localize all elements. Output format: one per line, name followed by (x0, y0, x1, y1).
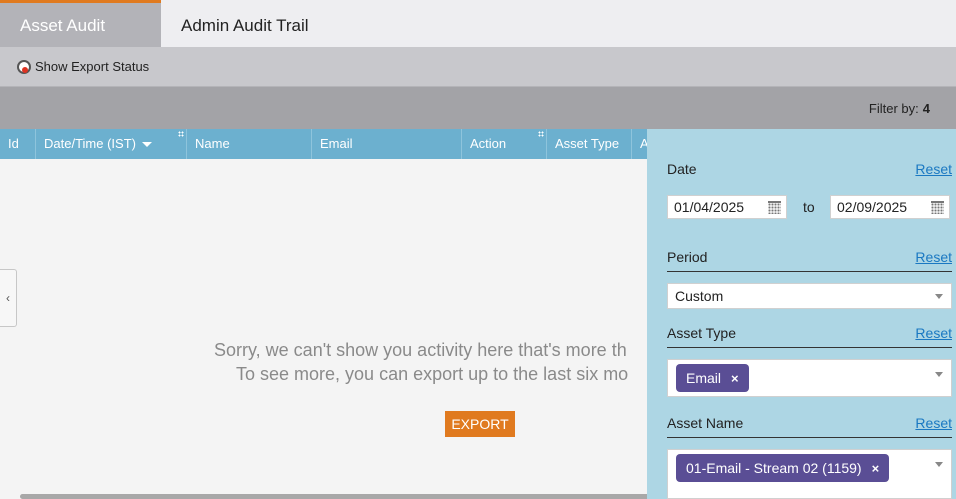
column-header-id[interactable]: Id (0, 129, 36, 159)
date-to-input[interactable]: 02/09/2025 (830, 195, 950, 219)
asset-type-reset-link[interactable]: Reset (915, 325, 952, 341)
calendar-icon[interactable] (931, 201, 944, 214)
show-export-status-label: Show Export Status (35, 59, 150, 74)
asset-name-chip-label: 01-Email - Stream 02 (1159) (686, 460, 862, 476)
close-icon[interactable]: × (731, 371, 739, 386)
calendar-icon[interactable] (768, 201, 781, 214)
column-label: Date/Time (IST) (44, 136, 136, 151)
period-select-value: Custom (675, 288, 724, 304)
close-icon[interactable]: × (872, 461, 880, 476)
toolbar: Show Export Status (0, 47, 956, 87)
horizontal-scrollbar[interactable] (20, 494, 650, 499)
tab-bar: Asset Audit Trail Admin Audit Trail (0, 0, 956, 81)
column-label: Id (8, 136, 19, 151)
column-label: Action (470, 136, 507, 151)
chevron-down-icon (935, 372, 943, 377)
column-header-datetime[interactable]: Date/Time (IST) (36, 129, 187, 159)
grid-header: Id Date/Time (IST) Name Email Action Ass… (0, 129, 650, 159)
chevron-down-icon (935, 294, 943, 299)
asset-name-divider (667, 437, 952, 438)
date-from-value: 01/04/2025 (674, 199, 745, 215)
column-resize-grip-icon[interactable] (538, 131, 544, 137)
asset-name-reset-link[interactable]: Reset (915, 415, 952, 431)
show-export-status-button[interactable]: Show Export Status (17, 59, 149, 74)
asset-type-chip: Email × (676, 364, 749, 392)
tab-admin-audit-trail[interactable]: Admin Audit Trail (161, 0, 329, 47)
period-reset-link[interactable]: Reset (915, 249, 952, 265)
empty-state-line-2: To see more, you can export up to the la… (236, 364, 629, 384)
asset-name-multiselect[interactable]: 01-Email - Stream 02 (1159) × (667, 449, 952, 499)
tab-asset-audit-trail[interactable]: Asset Audit Trail (0, 0, 161, 81)
sort-desc-icon (141, 142, 152, 148)
column-header-asset-type[interactable]: Asset Type (547, 129, 632, 159)
grid-body (0, 159, 650, 499)
export-status-icon (17, 59, 31, 74)
date-to-label: to (803, 199, 815, 215)
date-from-input[interactable]: 01/04/2025 (667, 195, 787, 219)
filter-bar: Filter by: 4 (0, 87, 956, 129)
column-label: Name (195, 136, 230, 151)
column-label: Asset Type (555, 136, 620, 151)
chevron-down-icon (935, 462, 943, 467)
period-filter-label: Period (667, 249, 708, 265)
period-select[interactable]: Custom (667, 283, 952, 309)
column-header-email[interactable]: Email (312, 129, 462, 159)
date-filter-label: Date (667, 161, 697, 177)
asset-type-filter-label: Asset Type (667, 325, 737, 341)
export-button[interactable]: EXPORT (445, 411, 515, 437)
empty-state-line-1: Sorry, we can't show you activity here t… (214, 340, 627, 360)
filter-by-label: Filter by: (868, 101, 919, 116)
asset-type-divider (667, 347, 952, 348)
filter-count: 4 (922, 101, 930, 116)
date-to-value: 02/09/2025 (837, 199, 908, 215)
filter-by-toggle[interactable]: Filter by: 4 (869, 101, 930, 116)
column-resize-grip-icon[interactable] (178, 131, 184, 137)
asset-type-chip-label: Email (686, 370, 722, 386)
asset-type-multiselect[interactable]: Email × (667, 359, 952, 397)
collapse-panel-button[interactable]: ‹ (0, 269, 17, 327)
column-header-name[interactable]: Name (187, 129, 312, 159)
asset-name-filter-label: Asset Name (667, 415, 744, 431)
column-header-action[interactable]: Action (462, 129, 547, 159)
chevron-left-icon: ‹ (6, 291, 10, 305)
filter-panel: Date Reset 01/04/2025 to 02/09/2025 Peri… (647, 129, 956, 499)
column-label: Email (320, 136, 353, 151)
empty-state-message: Sorry, we can't show you activity here t… (0, 338, 650, 386)
date-reset-link[interactable]: Reset (915, 161, 952, 177)
asset-name-chip: 01-Email - Stream 02 (1159) × (676, 454, 890, 482)
period-divider (667, 271, 952, 272)
